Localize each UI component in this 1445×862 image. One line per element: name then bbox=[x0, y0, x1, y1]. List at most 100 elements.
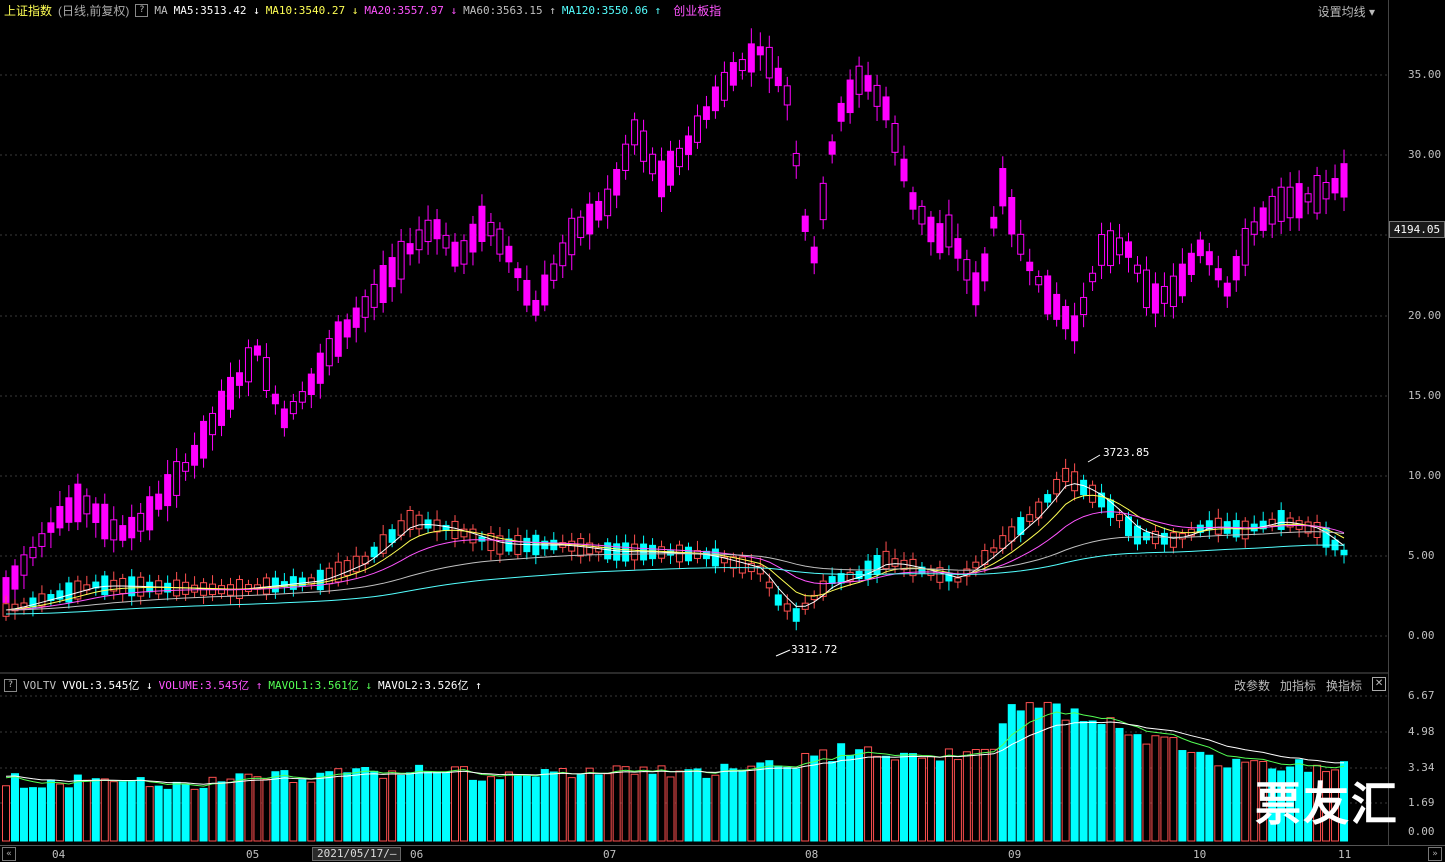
overlay-index-label[interactable]: 创业板指 bbox=[673, 2, 721, 19]
index-candle bbox=[999, 535, 1007, 549]
switch-indicator-button[interactable]: 换指标 bbox=[1326, 677, 1362, 694]
overlay-candle bbox=[559, 242, 567, 267]
volume-bar bbox=[908, 753, 917, 842]
overlay-candle bbox=[1178, 263, 1186, 297]
scroll-left-icon[interactable]: « bbox=[2, 847, 16, 861]
overlay-candle bbox=[218, 390, 226, 426]
volume-bar bbox=[73, 774, 82, 842]
overlay-candle bbox=[1331, 178, 1339, 194]
overlay-candle bbox=[1160, 285, 1168, 304]
overlay-candle bbox=[541, 274, 549, 306]
overlay-candle bbox=[963, 259, 971, 281]
overlay-candle bbox=[729, 62, 737, 86]
overlay-candle bbox=[361, 296, 369, 318]
overlay-candle bbox=[900, 158, 908, 182]
volume-bar bbox=[594, 774, 603, 842]
volume-tick: 3.34 bbox=[1408, 761, 1435, 774]
overlay-candle bbox=[954, 238, 962, 259]
volume-bar bbox=[531, 776, 540, 842]
overlay-candle bbox=[146, 496, 154, 531]
overlay-candle bbox=[855, 65, 863, 95]
volume-bar bbox=[459, 766, 468, 842]
overlay-candle bbox=[487, 221, 495, 237]
overlay-candle bbox=[1322, 182, 1330, 200]
overlay-candle bbox=[550, 263, 558, 281]
volume-bar bbox=[1070, 708, 1079, 842]
volume-help-icon[interactable]: ? bbox=[4, 678, 17, 692]
overlay-candle bbox=[676, 147, 683, 168]
overlay-candle bbox=[38, 533, 46, 547]
volume-bar bbox=[388, 770, 397, 842]
index-title[interactable]: 上证指数 bbox=[4, 2, 52, 19]
overlay-candle bbox=[56, 506, 64, 529]
volume-bar bbox=[783, 767, 792, 842]
change-params-button[interactable]: 改参数 bbox=[1234, 677, 1270, 694]
volume-bar bbox=[154, 785, 163, 842]
current-price-label: 4194.05 bbox=[1389, 221, 1445, 238]
add-indicator-button[interactable]: 加指标 bbox=[1280, 677, 1316, 694]
overlay-candle bbox=[747, 43, 755, 73]
volume-bar bbox=[163, 788, 172, 842]
overlay-candle bbox=[110, 519, 118, 541]
low-annotation: 3312.72 bbox=[791, 643, 837, 656]
overlay-candle bbox=[532, 299, 540, 316]
help-icon[interactable]: ? bbox=[135, 3, 149, 17]
volume-bar bbox=[343, 772, 352, 842]
overlay-candle bbox=[47, 522, 55, 533]
index-candle bbox=[1053, 478, 1061, 495]
overlay-candle bbox=[11, 565, 19, 590]
high-arrow bbox=[1087, 454, 1101, 463]
overlay-candle bbox=[945, 214, 953, 248]
index-candle bbox=[1044, 494, 1052, 503]
overlay-candle bbox=[415, 229, 423, 251]
volume-bar bbox=[558, 767, 567, 842]
index-candle bbox=[774, 594, 782, 606]
volume-bar bbox=[693, 768, 702, 842]
volume-bar bbox=[19, 787, 28, 842]
price-tick: 20.00 bbox=[1408, 309, 1442, 322]
volume-bar bbox=[1124, 734, 1133, 842]
volume-bar bbox=[720, 763, 729, 842]
volume-bar bbox=[648, 773, 657, 842]
volume-bar bbox=[810, 755, 819, 842]
ma-settings-dropdown[interactable]: 设置均线 ▾ bbox=[1318, 3, 1375, 20]
overlay-candle bbox=[1223, 282, 1231, 297]
overlay-candle bbox=[424, 219, 432, 243]
overlay-candle bbox=[289, 401, 297, 415]
overlay-candle bbox=[1098, 234, 1106, 266]
close-icon[interactable]: ✕ bbox=[1372, 677, 1387, 691]
index-candle bbox=[343, 560, 351, 576]
overlay-candle bbox=[1035, 276, 1043, 286]
volume-bar bbox=[2, 785, 10, 842]
ma120-line bbox=[5, 544, 1345, 615]
overlay-candle bbox=[981, 253, 989, 282]
index-candle bbox=[1313, 522, 1321, 538]
overlay-candle bbox=[137, 512, 145, 532]
low-arrow bbox=[775, 649, 791, 657]
ma-value-4: MA120:3550.06 ↑ bbox=[561, 3, 662, 17]
index-candle bbox=[1340, 549, 1348, 556]
overlay-candle bbox=[182, 462, 190, 472]
volume-bar bbox=[666, 776, 675, 842]
overlay-candle bbox=[1187, 252, 1195, 276]
volume-bar bbox=[316, 772, 325, 842]
volume-bar bbox=[953, 759, 962, 842]
kline-chart[interactable]: 3723.85 3312.72 bbox=[0, 20, 1388, 845]
overlay-candle bbox=[29, 546, 37, 559]
overlay-candle bbox=[819, 182, 827, 221]
overlay-candle bbox=[200, 420, 208, 459]
volume-bar bbox=[846, 754, 855, 842]
index-candle bbox=[604, 542, 612, 560]
volume-tick: 0.00 bbox=[1408, 825, 1435, 838]
volume-bar bbox=[190, 788, 199, 842]
scroll-right-icon[interactable]: » bbox=[1428, 847, 1442, 861]
volume-bar bbox=[118, 781, 127, 842]
volume-bar bbox=[1034, 707, 1043, 842]
month-label: 07 bbox=[603, 848, 617, 861]
volume-bar bbox=[1133, 734, 1142, 842]
price-tick: 0.00 bbox=[1408, 629, 1435, 642]
overlay-candle bbox=[83, 495, 91, 515]
overlay-candle bbox=[343, 319, 351, 338]
volume-bar bbox=[684, 769, 693, 842]
volume-tick: 1.69 bbox=[1408, 796, 1435, 809]
